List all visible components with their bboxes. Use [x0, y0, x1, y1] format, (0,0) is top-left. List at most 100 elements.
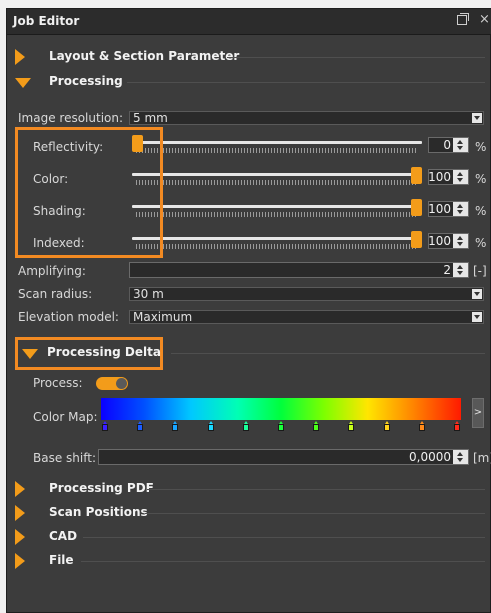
- section-processing[interactable]: Processing: [15, 73, 485, 93]
- section-layout[interactable]: Layout & Section Parameter: [15, 48, 485, 68]
- indexed-value: 100: [428, 234, 451, 248]
- unit-label: %: [475, 140, 487, 154]
- scan-radius-label: Scan radius:: [18, 287, 93, 301]
- chevron-down-icon: [472, 289, 482, 299]
- section-processing-pdf[interactable]: Processing PDF: [15, 480, 485, 500]
- spin-arrows-icon[interactable]: [453, 234, 468, 248]
- unit-label: %: [475, 236, 487, 250]
- spin-arrows-icon[interactable]: [453, 170, 468, 184]
- color-stop-marker[interactable]: [171, 421, 179, 432]
- image-resolution-value: 5 mm: [133, 111, 168, 125]
- scan-radius-select[interactable]: 30 m: [129, 287, 484, 301]
- color-stop-marker[interactable]: [347, 421, 355, 432]
- spin-arrows-icon[interactable]: [453, 202, 468, 216]
- highlight-box: [15, 127, 163, 258]
- divider: [145, 513, 485, 514]
- slider-ticks: [136, 180, 418, 185]
- slider-ticks: [136, 148, 418, 153]
- indexed-slider-track[interactable]: [132, 237, 422, 240]
- editor-background: Job Editor × Layout & Section Parameter …: [0, 0, 491, 613]
- section-cad[interactable]: CAD: [15, 528, 485, 548]
- color-spinbox[interactable]: 100: [428, 169, 469, 185]
- spin-arrows-icon[interactable]: [453, 450, 468, 464]
- unit-label: %: [475, 172, 487, 186]
- collapse-arrow-icon: [15, 78, 31, 88]
- color-stop-marker[interactable]: [242, 421, 250, 432]
- section-processing-delta[interactable]: Processing Delta: [22, 344, 485, 364]
- section-title: Processing PDF: [49, 481, 154, 495]
- color-stop-marker[interactable]: [277, 421, 285, 432]
- base-shift-label: Base shift:: [33, 451, 96, 465]
- amplifying-label: Amplifying:: [18, 264, 86, 278]
- color-stop-marker[interactable]: [207, 421, 215, 432]
- indexed-slider-thumb[interactable]: [411, 231, 422, 248]
- color-slider-track[interactable]: [132, 173, 422, 176]
- color-map-label: Color Map:: [33, 410, 98, 424]
- divider: [227, 57, 485, 58]
- toggle-knob: [116, 378, 127, 389]
- expand-arrow-icon: [15, 553, 25, 569]
- color-map-more-button[interactable]: >: [472, 398, 484, 428]
- section-title: CAD: [49, 529, 78, 543]
- scan-radius-value: 30 m: [133, 287, 164, 301]
- shading-slider-thumb[interactable]: [411, 199, 422, 216]
- color-stop-marker[interactable]: [418, 421, 426, 432]
- process-toggle[interactable]: [96, 377, 128, 390]
- reflectivity-slider-track[interactable]: [132, 141, 422, 144]
- expand-arrow-icon: [15, 505, 25, 521]
- slider-ticks: [136, 244, 418, 249]
- color-map-gradient[interactable]: [101, 398, 461, 420]
- elevation-model-select[interactable]: Maximum: [129, 310, 484, 324]
- indexed-spinbox[interactable]: 100: [428, 233, 469, 249]
- unit-label: %: [475, 204, 487, 218]
- base-shift-spinbox[interactable]: 0,0000: [98, 449, 469, 465]
- unit-label: [m]: [473, 451, 491, 465]
- color-stop-marker[interactable]: [136, 421, 144, 432]
- image-resolution-label: Image resolution:: [18, 111, 124, 125]
- shading-value: 100: [428, 202, 451, 216]
- expand-arrow-icon: [15, 481, 25, 497]
- color-stop-marker[interactable]: [101, 421, 109, 432]
- reflectivity-spinbox[interactable]: 0: [428, 137, 469, 153]
- base-shift-value: 0,0000: [409, 450, 451, 464]
- divider: [171, 353, 485, 354]
- chevron-down-icon: [472, 312, 482, 322]
- divider: [147, 489, 485, 490]
- job-editor-panel: Job Editor × Layout & Section Parameter …: [6, 8, 491, 613]
- unit-label: [-]: [473, 264, 487, 278]
- amplifying-value: 2: [443, 263, 451, 277]
- slider-ticks: [136, 212, 418, 217]
- section-file[interactable]: File: [15, 552, 485, 572]
- color-stop-marker[interactable]: [453, 421, 461, 432]
- window-title: Job Editor: [13, 14, 80, 28]
- color-value: 100: [428, 170, 451, 184]
- divider: [83, 537, 485, 538]
- process-label: Process:: [33, 376, 83, 390]
- section-title: Processing Delta: [47, 345, 161, 359]
- section-title: Processing: [49, 74, 123, 88]
- color-stop-marker[interactable]: [383, 421, 391, 432]
- divider: [81, 561, 485, 562]
- color-slider-thumb[interactable]: [411, 167, 422, 184]
- shading-spinbox[interactable]: 100: [428, 201, 469, 217]
- color-stop-marker[interactable]: [312, 421, 320, 432]
- section-title: Layout & Section Parameter: [49, 49, 240, 63]
- expand-arrow-icon: [15, 49, 25, 65]
- image-resolution-select[interactable]: 5 mm: [129, 111, 484, 125]
- expand-arrow-icon: [15, 529, 25, 545]
- chevron-down-icon: [472, 113, 482, 123]
- section-title: Scan Positions: [49, 505, 148, 519]
- close-icon[interactable]: ×: [479, 12, 490, 27]
- shading-slider-track[interactable]: [132, 205, 422, 208]
- spin-arrows-icon[interactable]: [453, 138, 468, 152]
- float-window-icon[interactable]: [457, 13, 469, 25]
- elevation-model-label: Elevation model:: [18, 310, 119, 324]
- reflectivity-value: 0: [443, 138, 451, 152]
- spin-arrows-icon[interactable]: [453, 263, 468, 277]
- amplifying-spinbox[interactable]: 2: [129, 262, 469, 278]
- elevation-model-value: Maximum: [133, 310, 193, 324]
- section-title: File: [49, 553, 74, 567]
- title-bar: Job Editor ×: [7, 9, 491, 35]
- section-scan-positions[interactable]: Scan Positions: [15, 504, 485, 524]
- divider: [127, 82, 485, 83]
